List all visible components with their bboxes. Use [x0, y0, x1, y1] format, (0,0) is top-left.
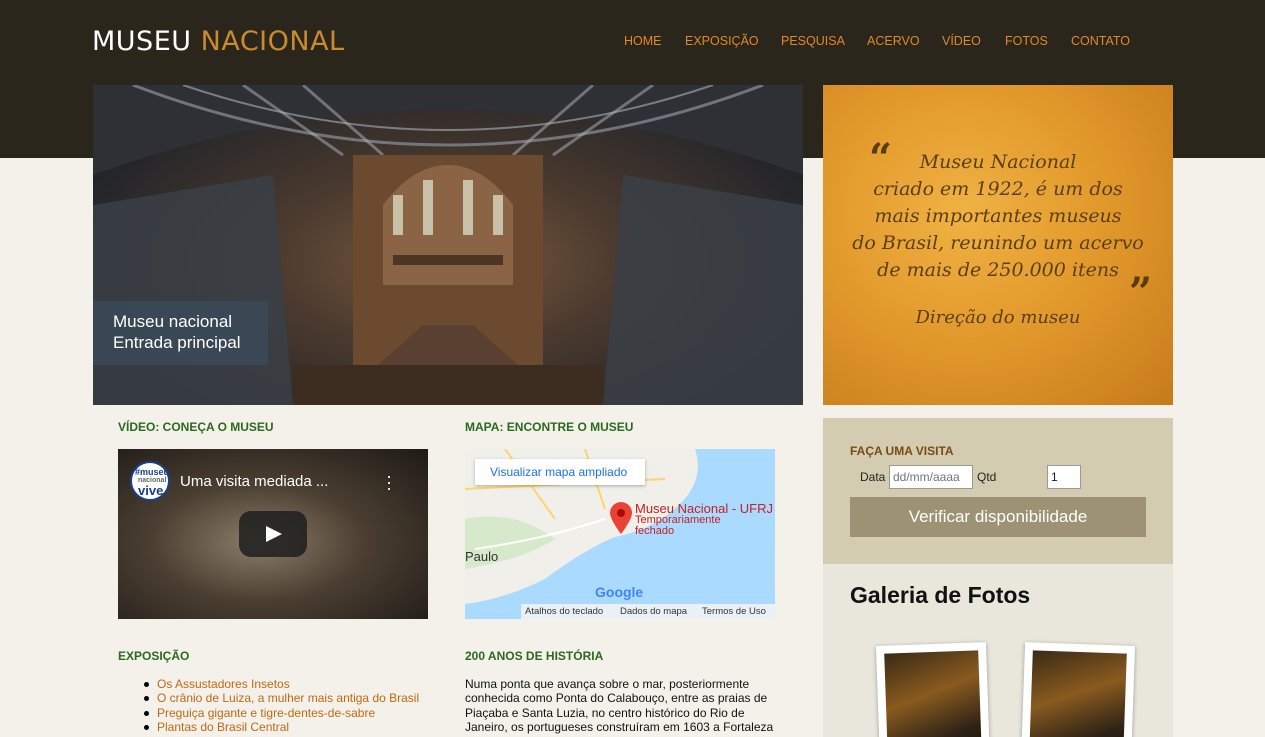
gallery-photo-image [1029, 650, 1127, 737]
check-availability-button[interactable]: Verificar disponibilidade [850, 497, 1146, 537]
expo-item-link[interactable]: Preguiça gigante e tigre-dentes-de-sabre [118, 706, 419, 720]
nav-fotos[interactable]: FOTOS [1005, 34, 1048, 48]
map-footer-link[interactable]: Atalhos do teclado [525, 606, 603, 617]
photo-gallery: Galeria de Fotos [823, 564, 1173, 737]
date-label: Data [860, 470, 886, 484]
visit-form: FAÇA UMA VISITA Data Qtd pessoas Verific… [823, 418, 1173, 564]
expo-section-title: EXPOSIÇÃO [118, 649, 190, 663]
quote-line: criado em 1922, é um dos [873, 178, 1123, 200]
quote-line: Museu Nacional [919, 151, 1077, 173]
hero-image: Museu nacional Entrada principal [93, 85, 803, 405]
expo-item-link[interactable]: O crânio de Luiza, a mulher mais antiga … [118, 691, 419, 705]
channel-logo-line1: #museu [135, 467, 170, 477]
nav-video[interactable]: VÍDEO [942, 34, 981, 48]
expo-list: Os Assustadores Insetos O crânio de Luiz… [118, 677, 419, 734]
gallery-photo-image [884, 650, 982, 737]
gallery-photo[interactable] [875, 642, 991, 737]
map-pin-icon[interactable] [608, 501, 634, 535]
channel-logo-line3: vive [138, 483, 164, 498]
play-icon [266, 526, 282, 542]
gallery-title: Galeria de Fotos [850, 582, 1031, 608]
quote-box: “ Museu Nacional criado em 1922, é um do… [823, 85, 1173, 405]
map-footer-link[interactable]: Termos de Uso [702, 606, 766, 617]
nav-exposicao[interactable]: EXPOSIÇÃO [685, 34, 759, 48]
quote-line: de mais de 250.000 itens [877, 259, 1119, 281]
qty-input[interactable] [1047, 465, 1081, 489]
enlarge-map-link[interactable]: Visualizar mapa ampliado [475, 459, 645, 485]
more-options-icon[interactable]: · · · [386, 467, 392, 497]
quote-line: mais importantes museus [874, 205, 1122, 227]
gallery-photo[interactable] [1020, 642, 1136, 737]
play-button[interactable] [239, 511, 307, 557]
map-footer: Atalhos do teclado Dados do mapa Termos … [521, 604, 775, 619]
map-city-label: Paulo [465, 549, 499, 564]
map-footer-link[interactable]: Dados do mapa [620, 606, 687, 617]
google-logo: Google [595, 584, 644, 600]
nav-acervo[interactable]: ACERVO [867, 34, 920, 48]
quote-line: do Brasil, reunindo um acervo [852, 232, 1144, 254]
expo-item-link[interactable]: Plantas do Brasil Central [118, 720, 419, 734]
quote-author: Direção do museu [915, 307, 1081, 328]
map-section-title: MAPA: ENCONTRE O MUSEU [465, 420, 634, 434]
history-section-title: 200 ANOS DE HISTÓRIA [465, 649, 604, 663]
video-section-title: VÍDEO: CONEÇA O MUSEU [118, 420, 274, 434]
hero-caption-line1: Museu nacional [113, 312, 233, 331]
main-nav: HOME EXPOSIÇÃO PESQUISA ACERVO VÍDEO FOT… [0, 34, 1265, 50]
map-place-status: fechado [635, 525, 675, 537]
hero-caption: Museu nacional Entrada principal [93, 301, 268, 365]
nav-pesquisa[interactable]: PESQUISA [781, 34, 845, 48]
video-title[interactable]: Uma visita mediada ... [180, 473, 328, 490]
nav-contato[interactable]: CONTATO [1071, 34, 1130, 48]
embedded-map[interactable]: Visualizar mapa ampliado Museu Nacional … [465, 449, 775, 619]
hero-caption-line2: Entrada principal [113, 333, 241, 352]
channel-logo-icon[interactable]: #museu nacional vive [130, 461, 170, 501]
nav-home[interactable]: HOME [624, 34, 662, 48]
quote-text: Museu Nacional criado em 1922, é um dos … [848, 149, 1148, 284]
expo-item-link[interactable]: Os Assustadores Insetos [118, 677, 419, 691]
date-input[interactable] [889, 465, 973, 489]
history-text: Numa ponta que avança sobre o mar, poste… [465, 677, 774, 734]
video-player[interactable]: #museu nacional vive Uma visita mediada … [118, 449, 428, 619]
visit-title: FAÇA UMA VISITA [850, 444, 954, 458]
